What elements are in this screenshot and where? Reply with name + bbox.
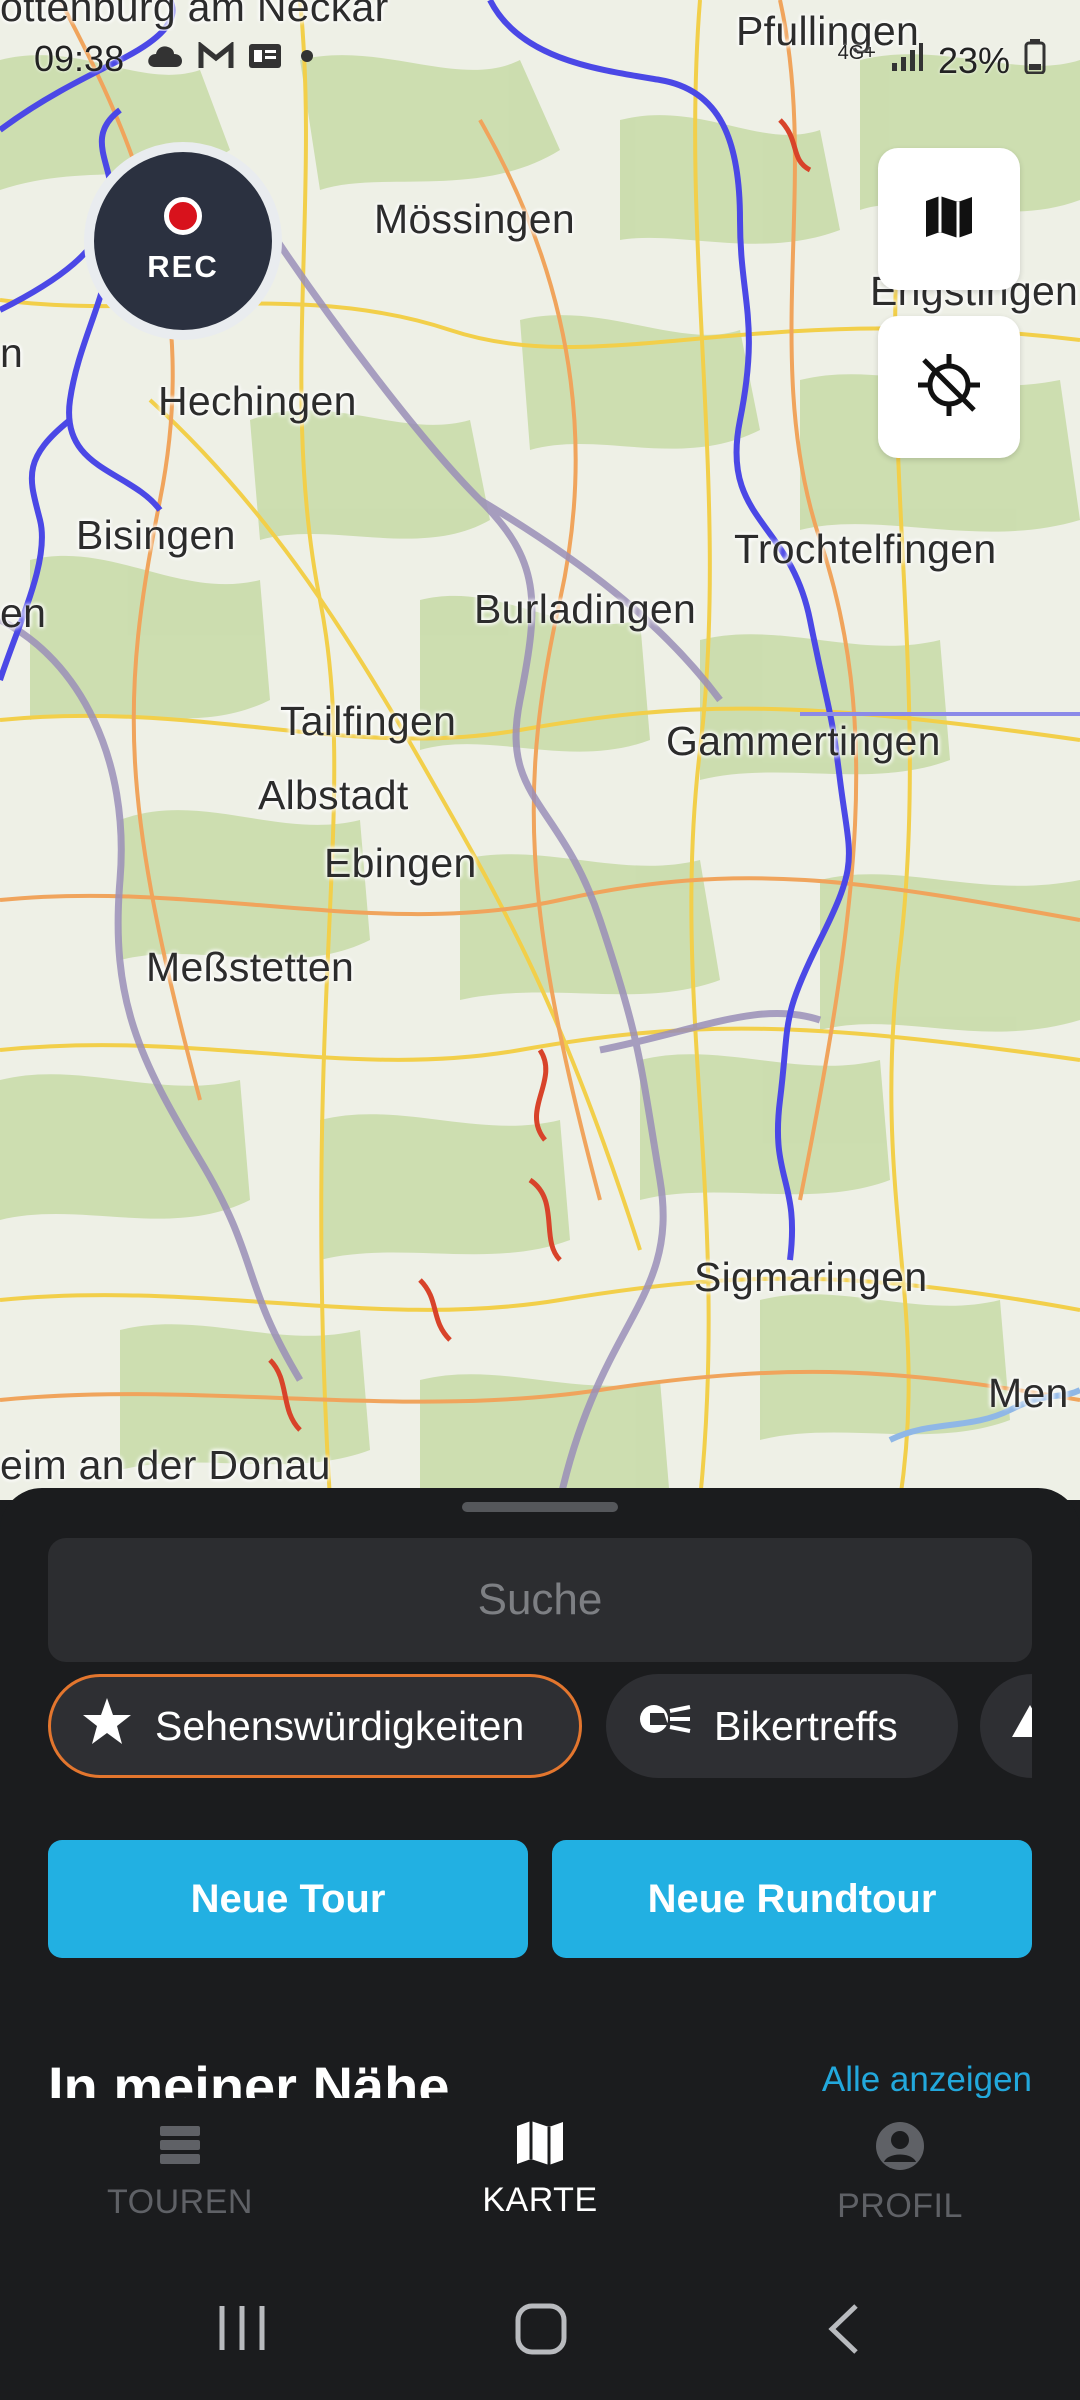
map-icon	[924, 195, 974, 244]
record-dot-icon	[164, 197, 202, 235]
nav-label: PROFIL	[837, 2187, 963, 2225]
nav-map[interactable]: KARTE	[400, 2120, 680, 2220]
status-right: 4G+ 23%	[838, 38, 1046, 83]
back-button[interactable]	[824, 2302, 864, 2361]
signal-icon	[890, 40, 924, 82]
cloud-icon	[146, 43, 184, 74]
home-button[interactable]	[514, 2302, 568, 2361]
place-label: Sigmaringen	[694, 1254, 928, 1300]
system-navigation-bar	[0, 2258, 1080, 2400]
nav-label: TOUREN	[107, 2183, 253, 2221]
battery-percent: 23%	[937, 39, 1010, 81]
status-bar: 09:38 4G+ 23%	[0, 0, 1080, 120]
chip-sights[interactable]: Sehenswürdigkeiten	[48, 1674, 582, 1778]
place-label: n	[0, 330, 24, 376]
place-label: Tailfingen	[280, 698, 457, 744]
recent-apps-button[interactable]	[214, 2302, 270, 2359]
sheet-drag-handle[interactable]	[462, 1502, 618, 1512]
locate-button[interactable]	[878, 316, 1020, 458]
biker-icon	[636, 1699, 692, 1753]
place-label: Burladingen	[474, 586, 697, 632]
star-icon	[81, 1696, 133, 1756]
bottom-navigation: TOUREN KARTE PROFIL	[0, 2108, 1080, 2258]
chip-label: Sehenswürdigkeiten	[155, 1702, 525, 1749]
search-input[interactable]: Suche	[48, 1538, 1032, 1662]
chip-more[interactable]	[980, 1674, 1032, 1778]
show-all-link[interactable]: Alle anzeigen	[822, 2054, 1032, 2098]
battery-icon	[1024, 38, 1046, 83]
place-label: Meßstetten	[146, 944, 355, 990]
new-round-tour-button[interactable]: Neue Rundtour	[552, 1840, 1032, 1958]
status-time: 09:38	[34, 38, 125, 79]
place-label: Men	[988, 1370, 1069, 1416]
news-icon	[248, 42, 282, 75]
place-label: Ebingen	[324, 840, 477, 886]
place-label: Hechingen	[158, 378, 357, 424]
place-label: Mössingen	[374, 196, 575, 242]
dot-icon	[296, 42, 318, 75]
new-tour-button[interactable]: Neue Tour	[48, 1840, 528, 1958]
nav-tours[interactable]: TOUREN	[40, 2120, 320, 2222]
notification-icons	[146, 40, 318, 75]
network-label: 4G+	[837, 42, 876, 64]
map-view[interactable]: ottenburg am Neckar Pfullingen Mössingen…	[0, 0, 1080, 1500]
place-label: Gammertingen	[666, 718, 941, 764]
place-label: Bisingen	[76, 512, 236, 558]
nav-profile[interactable]: PROFIL	[760, 2120, 1040, 2226]
place-label: Trochtelfingen	[734, 526, 997, 572]
place-label: en	[0, 590, 47, 636]
gmail-icon	[198, 40, 234, 75]
record-button[interactable]: REC	[84, 142, 282, 340]
map-layers-button[interactable]	[878, 148, 1020, 290]
map-icon	[515, 2120, 565, 2171]
triangle-icon	[1010, 1701, 1032, 1751]
place-label: Albstadt	[258, 772, 409, 818]
profile-icon	[874, 2120, 926, 2177]
nearby-section-title: In meiner Nähe	[48, 2055, 450, 2098]
category-chips: Sehenswürdigkeiten Bikertreffs	[48, 1674, 1032, 1780]
chip-label: Bikertreffs	[714, 1702, 898, 1749]
list-icon	[156, 2120, 204, 2173]
chip-biker-meetups[interactable]: Bikertreffs	[606, 1674, 958, 1778]
gps-off-icon	[914, 350, 984, 425]
place-label: eim an der Donau	[0, 1442, 331, 1488]
nav-label: KARTE	[482, 2181, 598, 2219]
record-label: REC	[147, 249, 219, 284]
